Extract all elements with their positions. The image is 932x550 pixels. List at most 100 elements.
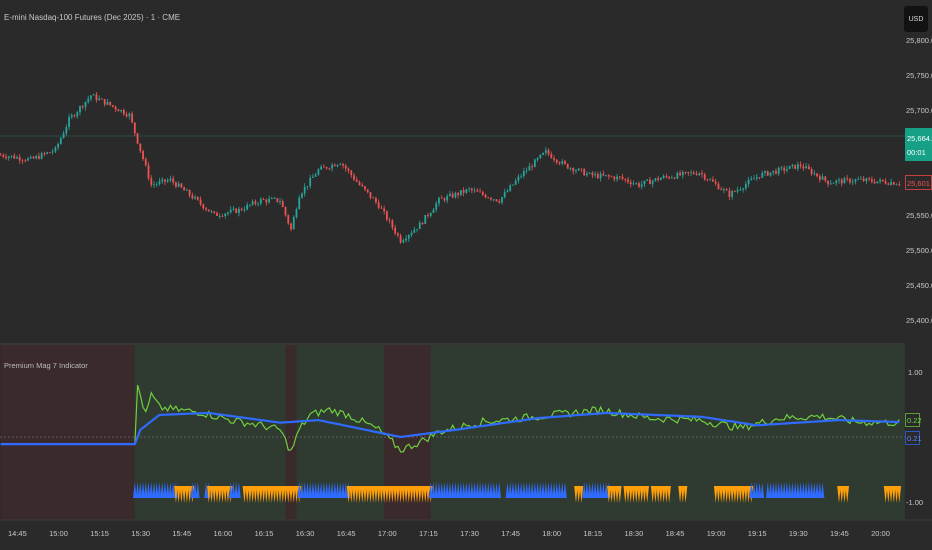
- candle-body: [290, 223, 292, 230]
- candle-body: [95, 94, 98, 101]
- time-tick-label: 17:15: [419, 529, 438, 538]
- currency-button[interactable]: USD: [904, 6, 928, 32]
- candle-body: [328, 168, 331, 170]
- candle-body: [495, 199, 498, 202]
- chart-canvas[interactable]: 25,800.00 25,750.00 25,700.00 25,550.00 25,5…: [0, 0, 932, 550]
- indicator-title[interactable]: Premium Mag 7 Indicator: [4, 361, 88, 370]
- candle-body: [662, 176, 665, 178]
- candle-body: [649, 179, 651, 185]
- candle-body: [364, 186, 366, 190]
- candle-body: [703, 174, 706, 180]
- candle-body: [753, 178, 755, 180]
- candle-body: [202, 204, 205, 209]
- candle-body: [887, 183, 890, 185]
- candle-body: [646, 179, 649, 181]
- candle-body: [399, 235, 402, 243]
- candle-body: [553, 158, 555, 160]
- candle-body: [246, 204, 249, 210]
- candle-body: [21, 160, 24, 162]
- candle-body: [805, 166, 808, 169]
- candle-body: [325, 167, 328, 169]
- candle-body: [46, 152, 49, 154]
- candle-body: [736, 189, 739, 192]
- candle-body: [13, 155, 16, 159]
- candle-body: [249, 204, 251, 206]
- candle-body: [764, 171, 766, 173]
- candle-body: [240, 208, 243, 211]
- candle-body: [720, 189, 723, 190]
- candle-body: [180, 183, 183, 188]
- time-tick-label: 19:00: [707, 529, 726, 538]
- candle-body: [714, 181, 717, 184]
- candle-body: [139, 143, 142, 151]
- candle-body: [131, 113, 133, 123]
- candle-body: [229, 209, 232, 213]
- candle-body: [142, 150, 144, 159]
- price-axis[interactable]: [905, 0, 932, 550]
- candle-body: [498, 201, 501, 203]
- candle-body: [79, 106, 81, 113]
- candle-body: [235, 208, 238, 213]
- candle-body: [660, 177, 662, 180]
- candle-body: [555, 159, 558, 163]
- time-tick-label: 16:15: [255, 529, 274, 538]
- candle-body: [350, 170, 353, 176]
- candle-body: [550, 154, 553, 159]
- candle-body: [744, 184, 747, 189]
- candle-body: [802, 166, 805, 169]
- candle-body: [427, 215, 429, 216]
- candle-body: [679, 172, 681, 176]
- candle-body: [807, 166, 810, 169]
- candle-body: [262, 198, 265, 200]
- ind-tick-top: 1.00: [908, 368, 923, 377]
- candle-body: [68, 117, 70, 128]
- candle-body: [440, 197, 443, 199]
- candle-body: [314, 174, 317, 177]
- candle-body: [506, 190, 509, 193]
- candle-body: [813, 173, 816, 175]
- candle-body: [473, 190, 476, 192]
- candle-body: [651, 180, 654, 185]
- candle-body: [818, 176, 821, 180]
- candle-body: [76, 112, 79, 117]
- candle-body: [470, 188, 473, 191]
- candle-body: [394, 227, 397, 234]
- osc-value-text: 0.22: [907, 416, 922, 425]
- candle-body: [205, 208, 207, 210]
- price-tick-label: 25,750.00: [906, 71, 932, 80]
- candle-body: [780, 167, 783, 169]
- candle-body: [821, 176, 824, 180]
- candle-body: [605, 175, 607, 177]
- candle-body: [81, 106, 84, 108]
- candle-body: [443, 198, 446, 201]
- candle-body: [892, 182, 895, 185]
- candle-body: [668, 176, 671, 179]
- candle-body: [492, 199, 495, 201]
- candle-body: [43, 153, 46, 154]
- time-tick-label: 18:45: [666, 529, 685, 538]
- symbol-title[interactable]: E-mini Nasdaq-100 Futures (Dec 2025) · 1…: [4, 13, 180, 22]
- candle-body: [490, 197, 492, 200]
- candle-body: [610, 176, 613, 178]
- candle-body: [627, 179, 629, 183]
- candle-body: [602, 173, 605, 176]
- candle-body: [876, 181, 879, 184]
- candle-body: [788, 165, 791, 169]
- time-tick-label: 15:45: [172, 529, 191, 538]
- candle-body: [835, 180, 838, 183]
- candle-body: [454, 192, 457, 198]
- candle-body: [24, 160, 27, 162]
- candle-body: [287, 215, 290, 224]
- candle-body: [607, 175, 610, 177]
- candle-body: [725, 189, 728, 191]
- candle-body: [533, 159, 536, 168]
- candle-body: [621, 176, 624, 179]
- candle-body: [890, 182, 892, 185]
- candle-body: [309, 177, 312, 187]
- candle-body: [35, 155, 38, 159]
- candle-body: [531, 166, 534, 168]
- candle-body: [194, 196, 196, 199]
- candle-body: [613, 176, 616, 180]
- time-tick-label: 17:30: [460, 529, 479, 538]
- signal-region-bull: [430, 345, 905, 520]
